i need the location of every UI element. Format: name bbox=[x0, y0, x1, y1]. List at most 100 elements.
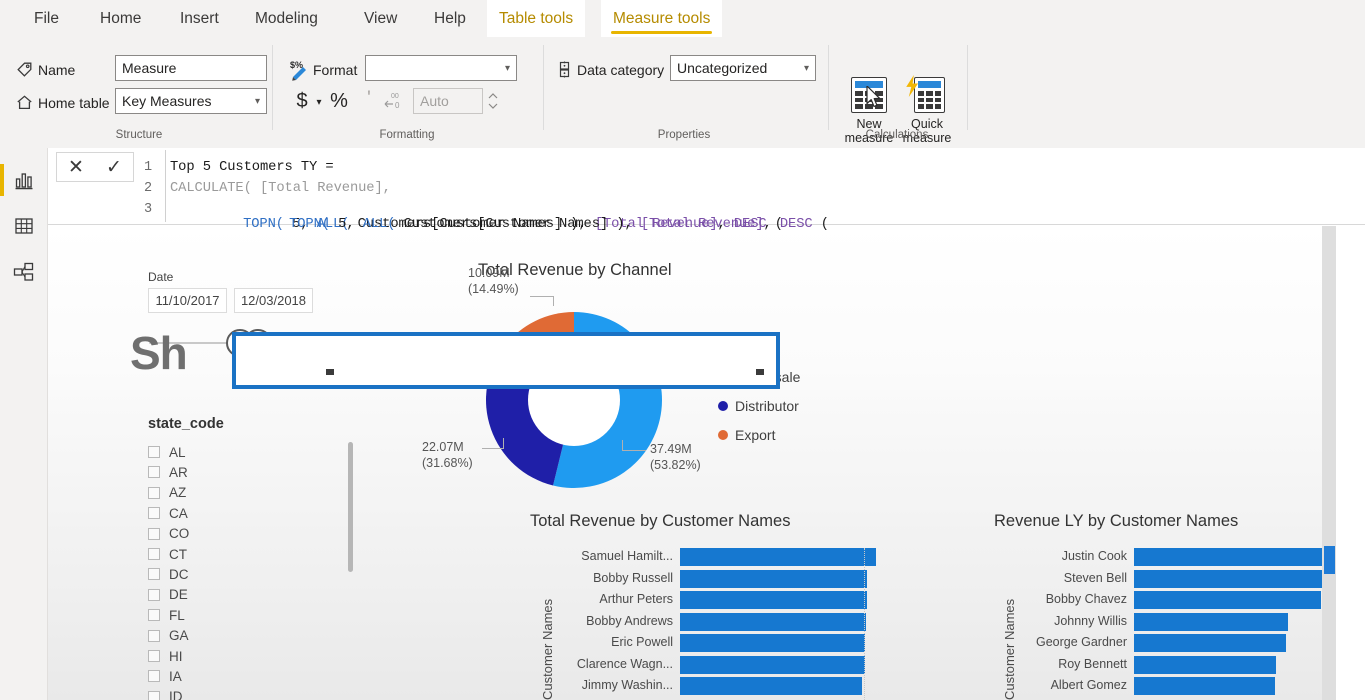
bar-chart-row[interactable]: Jimmy Washin... bbox=[582, 677, 876, 695]
bar-chart-row[interactable]: Roy Bennett bbox=[1058, 655, 1336, 674]
bar-chart-row[interactable]: Steven Bell bbox=[1064, 569, 1336, 588]
bar-fill[interactable] bbox=[680, 548, 876, 566]
ribbon-body: Name Home table Key Measures ▾ $% bbox=[0, 37, 1365, 148]
currency-format-button[interactable]: $ bbox=[294, 89, 310, 113]
decrease-decimals-button[interactable]: 00 0 bbox=[384, 89, 406, 111]
commit-formula-button[interactable]: ✓ bbox=[95, 153, 133, 181]
home-table-select[interactable]: Key Measures ▾ bbox=[115, 88, 267, 114]
state-code-label: IA bbox=[169, 668, 182, 684]
date-slicer-start-input[interactable]: 11/10/2017 bbox=[148, 288, 227, 313]
formula-line-2[interactable]: CALCULATE( [Total Revenue], bbox=[170, 181, 391, 196]
legend-item[interactable]: Distributor bbox=[718, 398, 800, 414]
currency-dropdown-icon[interactable]: ▾ bbox=[313, 93, 325, 111]
bar-fill[interactable] bbox=[1134, 612, 1289, 631]
measure-name-input[interactable] bbox=[115, 55, 267, 81]
bar-chart-row[interactable]: Eric Powell bbox=[611, 634, 876, 652]
bar-chart-row[interactable]: Justin Cook bbox=[1062, 548, 1336, 566]
bar-chart-row[interactable]: George Gardner bbox=[1036, 634, 1336, 652]
canvas-scrollbar[interactable] bbox=[1322, 226, 1336, 700]
bar-chart-row[interactable]: Samuel Hamilt... bbox=[581, 548, 876, 566]
bar-fill[interactable] bbox=[1134, 548, 1336, 566]
date-slicer-end-input[interactable]: 12/03/2018 bbox=[234, 288, 313, 313]
bar-chart-row[interactable]: Albert Gomez bbox=[1051, 677, 1336, 695]
ribbon-tab-view[interactable]: View bbox=[352, 0, 409, 37]
checkbox-icon[interactable] bbox=[148, 527, 160, 540]
chevron-down-icon: ▾ bbox=[803, 62, 809, 74]
checkbox-icon[interactable] bbox=[148, 588, 160, 601]
donut-label-wholesale-percent: (53.82%) bbox=[650, 457, 701, 472]
donut-chart-graphic[interactable] bbox=[474, 300, 674, 500]
state-code-item[interactable]: DC bbox=[148, 564, 189, 584]
state-code-item[interactable]: ID bbox=[148, 687, 183, 700]
checkbox-icon[interactable] bbox=[148, 446, 160, 458]
ribbon-tab-file[interactable]: File bbox=[22, 0, 71, 37]
leader-line-wholesale bbox=[622, 450, 646, 451]
checkbox-icon[interactable] bbox=[148, 629, 160, 642]
data-category-select[interactable]: Uncategorized ▾ bbox=[670, 55, 816, 81]
ribbon-tab-help[interactable]: Help bbox=[422, 0, 478, 37]
bar-fill[interactable] bbox=[680, 677, 862, 695]
checkbox-icon[interactable] bbox=[148, 609, 160, 622]
cancel-formula-button[interactable]: ✕ bbox=[57, 153, 95, 181]
spinner-stepper[interactable] bbox=[487, 89, 499, 118]
bar-chart-row[interactable]: Arthur Peters bbox=[599, 591, 876, 609]
checkbox-icon[interactable] bbox=[148, 486, 160, 499]
decimal-places-input[interactable]: Auto bbox=[413, 88, 483, 114]
checkbox-icon[interactable] bbox=[148, 670, 160, 683]
checkbox-icon[interactable] bbox=[148, 507, 160, 520]
state-code-item[interactable]: AR bbox=[148, 462, 188, 482]
ribbon-tab-table-tools[interactable]: Table tools bbox=[487, 0, 586, 37]
bar-fill[interactable] bbox=[680, 655, 865, 674]
bar-fill[interactable] bbox=[680, 569, 868, 588]
canvas-scrollbar-thumb[interactable] bbox=[1324, 546, 1335, 574]
state-code-item[interactable]: AL bbox=[148, 442, 186, 462]
bar-chart-row[interactable]: Bobby Chavez bbox=[1046, 591, 1336, 609]
checkbox-icon[interactable] bbox=[148, 466, 160, 479]
bar-fill[interactable] bbox=[680, 634, 866, 652]
percent-format-button[interactable]: % bbox=[330, 89, 348, 113]
bar-fill[interactable] bbox=[1134, 677, 1275, 695]
checkbox-icon[interactable] bbox=[148, 690, 160, 700]
donut-label-export-value: 10.09M bbox=[468, 266, 510, 280]
formula-line-3-highlighted[interactable]: TOPN( 5, ALL( Customers[Customer Names] … bbox=[240, 202, 829, 247]
bar-chart-row[interactable]: Johnny Willis bbox=[1054, 612, 1336, 631]
sidebar-item-data-view[interactable] bbox=[0, 204, 48, 248]
legend-item[interactable]: Export bbox=[718, 427, 800, 443]
home-table-label: Home table bbox=[38, 95, 110, 111]
bar-fill[interactable] bbox=[1134, 591, 1322, 609]
sidebar-item-report-view[interactable] bbox=[0, 158, 48, 202]
checkbox-icon[interactable] bbox=[148, 650, 160, 662]
state-code-item[interactable]: CA bbox=[148, 503, 188, 523]
checkbox-icon[interactable] bbox=[148, 568, 160, 581]
ribbon-group-label-calculations: Calculations bbox=[865, 129, 929, 141]
bar-fill[interactable] bbox=[1134, 655, 1277, 674]
group-separator bbox=[543, 45, 544, 130]
date-slicer[interactable]: Date 11/10/2017 12/03/2018 bbox=[148, 270, 336, 357]
sidebar-item-model-view[interactable] bbox=[0, 250, 48, 294]
bar-chart-row[interactable]: Bobby Andrews bbox=[586, 612, 876, 631]
ribbon-tab-measure-tools[interactable]: Measure tools bbox=[601, 0, 723, 37]
state-code-item[interactable]: AZ bbox=[148, 483, 186, 503]
bar-chart-row[interactable]: Bobby Russell bbox=[593, 569, 876, 588]
bar-chart-row[interactable]: Clarence Wagn... bbox=[577, 655, 876, 674]
state-code-item[interactable]: DE bbox=[148, 585, 188, 605]
bar-fill[interactable] bbox=[680, 612, 867, 631]
state-code-item[interactable]: IA bbox=[148, 666, 182, 686]
bar-fill[interactable] bbox=[1134, 634, 1286, 652]
state-code-item[interactable]: CO bbox=[148, 524, 189, 544]
ribbon-group-label-structure: Structure bbox=[115, 129, 163, 141]
state-code-item[interactable]: CT bbox=[148, 544, 187, 564]
format-select[interactable]: ▾ bbox=[365, 55, 517, 81]
state-code-item[interactable]: HI bbox=[148, 646, 183, 666]
ribbon-tab-modeling[interactable]: Modeling bbox=[243, 0, 330, 37]
bar-fill[interactable] bbox=[680, 591, 867, 609]
ribbon-tab-insert[interactable]: Insert bbox=[168, 0, 231, 37]
thousands-separator-button[interactable]: ' bbox=[362, 87, 376, 111]
checkbox-icon[interactable] bbox=[148, 548, 160, 560]
state-code-item[interactable]: FL bbox=[148, 605, 185, 625]
state-code-scrollbar-thumb[interactable] bbox=[348, 442, 353, 572]
ribbon-tab-home[interactable]: Home bbox=[88, 0, 153, 37]
formula-line-1[interactable]: Top 5 Customers TY = bbox=[170, 160, 334, 175]
state-code-item[interactable]: GA bbox=[148, 626, 189, 646]
bar-fill[interactable] bbox=[1134, 569, 1324, 588]
